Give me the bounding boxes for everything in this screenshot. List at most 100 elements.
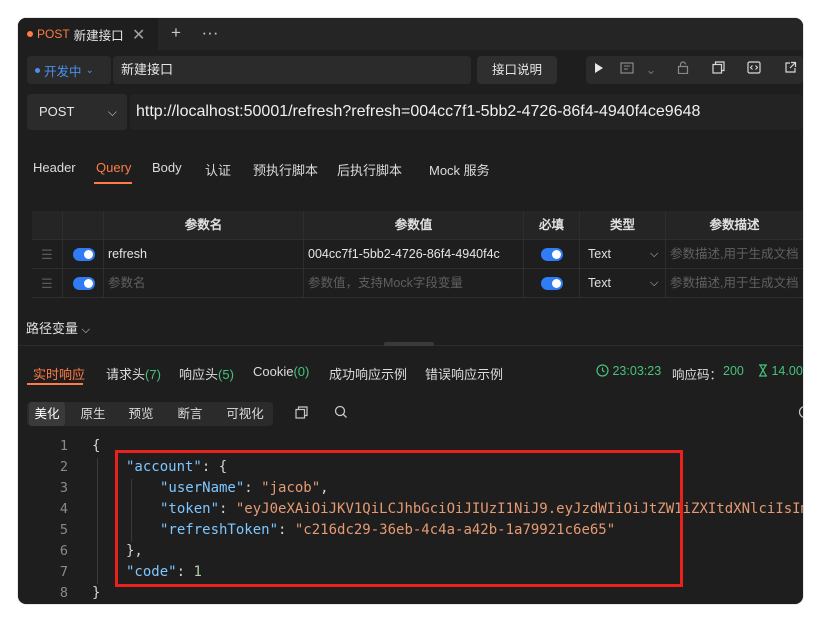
copy-icon[interactable]	[291, 404, 311, 424]
clock-icon	[596, 364, 609, 377]
api-doc-button[interactable]: 接口说明	[477, 56, 557, 84]
tab-mock-service[interactable]: Mock 服务	[429, 160, 490, 179]
chevron-down-icon: ⌵	[81, 324, 90, 336]
chevron-down-icon: ⌵	[650, 277, 659, 289]
url-input[interactable]: http://localhost:50001/refresh?refresh=0…	[130, 94, 803, 130]
http-method-label: POST	[39, 104, 75, 119]
code-line: {	[92, 438, 101, 454]
required-toggle[interactable]	[541, 277, 563, 290]
type-label: Text	[588, 276, 611, 290]
api-name-input[interactable]: 新建接口	[113, 56, 471, 84]
param-desc-cell[interactable]: 参数描述,用于生成文档	[666, 269, 803, 298]
tab-cookie[interactable]: Cookie(0)	[253, 364, 309, 379]
highlight-box	[115, 450, 683, 587]
unsaved-dot-icon	[27, 31, 33, 37]
table-row: ☰ 参数名 参数值，支持Mock字段变量 Text ⌵ 参数描述,用于生成文档	[32, 269, 803, 298]
tab-success-example[interactable]: 成功响应示例	[329, 364, 407, 383]
panel-icon[interactable]	[614, 56, 640, 84]
chevron-down-icon: ⌵	[650, 248, 659, 260]
param-name-cell[interactable]: refresh	[104, 240, 304, 269]
query-params-table: 参数名 参数值 必填 类型 参数描述 ☰ refresh 004cc7f1-5b…	[32, 211, 803, 298]
http-method-select[interactable]: POST ⌵	[27, 94, 127, 130]
col-description: 参数描述	[709, 218, 760, 232]
view-preview[interactable]: 预览	[123, 402, 159, 426]
view-visualize[interactable]: 可视化	[221, 402, 269, 426]
col-type: 类型	[580, 211, 666, 240]
chevron-down-icon: ⌵	[107, 105, 117, 119]
app-window: POST 新建接口 ✕ + ··· 开发中 ⌄ 新建接口 接口说明 ⌄ POST…	[18, 18, 803, 604]
line-number: 2	[59, 459, 68, 475]
copy-icon[interactable]	[705, 56, 731, 84]
tab-query[interactable]: Query	[96, 160, 131, 175]
tab-header[interactable]: Header	[33, 160, 76, 175]
play-icon[interactable]	[586, 56, 612, 84]
line-number: 6	[59, 543, 68, 559]
hourglass-icon	[759, 364, 767, 377]
line-number: 5	[59, 522, 68, 538]
share-icon[interactable]	[777, 56, 803, 84]
view-mode-switch: 美化 原生 预览 断言 可视化	[27, 402, 273, 426]
close-icon[interactable]: ✕	[132, 25, 145, 45]
view-pretty[interactable]: 美化	[29, 402, 65, 426]
col-param-name: 参数名	[104, 211, 304, 240]
param-name-cell[interactable]: 参数名	[104, 269, 304, 298]
add-tab-button[interactable]: +	[164, 22, 188, 46]
param-value-cell[interactable]: 参数值，支持Mock字段变量	[304, 269, 524, 298]
col-param-value: 参数值	[304, 211, 524, 240]
info-icon[interactable]	[795, 404, 803, 424]
indent-guide	[97, 458, 98, 584]
table-header-row: 参数名 参数值 必填 类型 参数描述	[32, 211, 803, 240]
view-raw[interactable]: 原生	[75, 402, 111, 426]
active-tab-indicator	[27, 383, 83, 385]
drag-handle-icon[interactable]: ☰	[32, 240, 63, 269]
type-select[interactable]: Text ⌵	[580, 240, 666, 269]
code-icon[interactable]	[741, 56, 767, 84]
tab-post-script[interactable]: 后执行脚本	[337, 160, 402, 179]
tab-error-example[interactable]: 错误响应示例	[425, 364, 503, 383]
tab-method: POST	[37, 27, 70, 41]
enable-toggle[interactable]	[73, 248, 95, 261]
line-number: 4	[59, 501, 68, 517]
lock-icon[interactable]	[670, 56, 696, 84]
tab-new-api[interactable]: POST 新建接口 ✕	[18, 18, 158, 50]
col-required: 必填	[524, 211, 580, 240]
resize-handle[interactable]	[384, 342, 434, 346]
enable-toggle[interactable]	[73, 277, 95, 290]
tab-body[interactable]: Body	[152, 160, 182, 175]
tab-pre-script[interactable]: 预执行脚本	[253, 160, 318, 179]
env-dot-icon	[35, 67, 40, 73]
line-number: 7	[59, 564, 68, 580]
tab-auth[interactable]: 认证	[205, 160, 231, 179]
param-value-cell[interactable]: 004cc7f1-5bb2-4726-86f4-4940f4c	[304, 240, 524, 269]
more-icon[interactable]: ···	[198, 22, 222, 46]
search-icon[interactable]	[331, 404, 351, 424]
chevron-down-icon: ⌄	[85, 64, 94, 76]
type-select[interactable]: Text ⌵	[580, 269, 666, 298]
view-assert[interactable]: 断言	[172, 402, 208, 426]
required-toggle[interactable]	[541, 248, 563, 261]
tab-request-headers[interactable]: 请求头(7)	[106, 364, 161, 383]
table-row: ☰ refresh 004cc7f1-5bb2-4726-86f4-4940f4…	[32, 240, 803, 269]
param-desc-cell[interactable]: 参数描述,用于生成文档	[666, 240, 803, 269]
drag-handle-icon[interactable]: ☰	[32, 269, 63, 298]
environment-select[interactable]: 开发中 ⌄	[27, 56, 111, 84]
duration: 14.00	[758, 364, 803, 378]
response-time: 23:03:23	[596, 364, 661, 378]
code-line: }	[92, 585, 101, 601]
type-label: Text	[588, 247, 611, 261]
status-code: 200	[723, 364, 744, 378]
line-number: 8	[59, 585, 68, 601]
status-code-label: 响应码：	[672, 368, 723, 382]
tab-realtime-response[interactable]: 实时响应	[33, 364, 85, 383]
line-number: 1	[59, 438, 68, 454]
action-toolbar: ⌄	[586, 56, 803, 84]
environment-label: 开发中	[44, 64, 82, 79]
tab-title: 新建接口	[73, 28, 124, 43]
active-tab-indicator	[94, 182, 132, 184]
path-variables-label: 路径变量	[26, 321, 79, 336]
chevron-down-icon[interactable]: ⌄	[638, 56, 664, 84]
line-number: 3	[59, 480, 68, 496]
tab-response-headers[interactable]: 响应头(5)	[179, 364, 234, 383]
tab-bar: POST 新建接口 ✕ + ···	[18, 18, 803, 50]
path-variables-toggle[interactable]: 路径变量 ⌵	[26, 318, 90, 337]
